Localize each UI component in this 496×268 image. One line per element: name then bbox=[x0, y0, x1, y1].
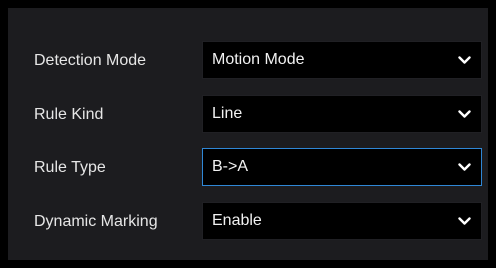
rule-kind-row: Rule Kind Line bbox=[8, 95, 488, 135]
rule-type-value: B->A bbox=[212, 158, 249, 175]
settings-panel: Detection Mode Motion Mode Rule Kind Lin… bbox=[8, 8, 488, 260]
dynamic-marking-value: Enable bbox=[212, 212, 262, 229]
rule-type-row: Rule Type B->A bbox=[8, 148, 488, 188]
dynamic-marking-row: Dynamic Marking Enable bbox=[8, 202, 488, 242]
chevron-down-icon bbox=[458, 110, 471, 118]
rule-kind-label: Rule Kind bbox=[34, 106, 104, 123]
detection-mode-value: Motion Mode bbox=[212, 51, 305, 68]
rule-kind-value: Line bbox=[212, 105, 243, 122]
detection-mode-row: Detection Mode Motion Mode bbox=[8, 41, 488, 81]
chevron-down-icon bbox=[458, 217, 471, 225]
rule-type-select[interactable]: B->A bbox=[202, 148, 482, 186]
dynamic-marking-label: Dynamic Marking bbox=[34, 213, 158, 230]
detection-mode-select[interactable]: Motion Mode bbox=[202, 41, 482, 79]
chevron-down-icon bbox=[458, 163, 471, 171]
detection-mode-label: Detection Mode bbox=[34, 52, 147, 69]
chevron-down-icon bbox=[458, 56, 471, 64]
rule-type-label: Rule Type bbox=[34, 159, 106, 176]
dynamic-marking-select[interactable]: Enable bbox=[202, 202, 482, 240]
rule-kind-select[interactable]: Line bbox=[202, 95, 482, 133]
